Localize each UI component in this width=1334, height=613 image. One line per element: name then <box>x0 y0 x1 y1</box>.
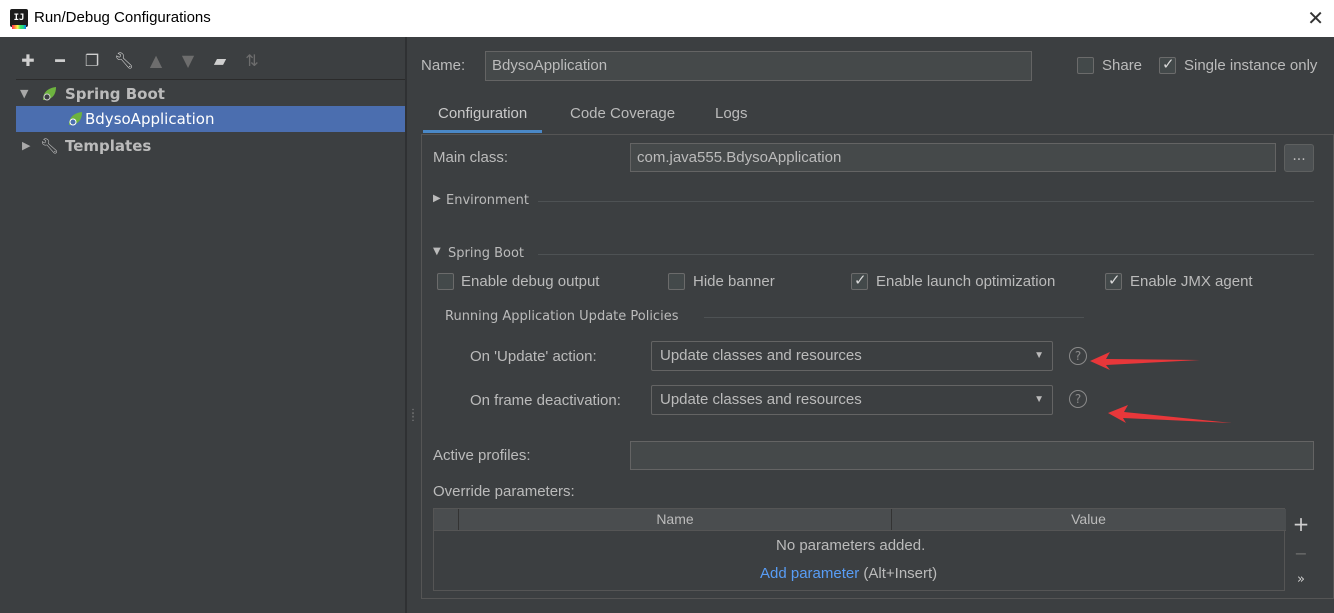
spring-boot-arrow-icon[interactable]: ▼ <box>433 246 441 257</box>
tree-group-templates[interactable]: ▶ 🔧︎ Templates <box>16 133 405 159</box>
enable-debug-output-checkbox[interactable] <box>437 273 454 290</box>
update-action-select[interactable]: Update classes and resources ▼ <box>651 341 1053 371</box>
wrench-icon: 🔧︎ <box>40 137 60 155</box>
frame-deactivation-label: On frame deactivation: <box>470 392 621 409</box>
hide-banner-checkbox[interactable] <box>668 273 685 290</box>
tab-code-coverage[interactable]: Code Coverage <box>555 99 690 133</box>
override-parameters-table: Name Value No parameters added. Add para… <box>433 508 1286 591</box>
environment-divider <box>538 201 1314 202</box>
main-class-field[interactable]: com.java555.BdysoApplication <box>630 143 1276 172</box>
enable-debug-output-label: Enable debug output <box>461 273 600 290</box>
wrench-icon[interactable]: 🔧︎ <box>108 51 140 71</box>
move-down-icon[interactable]: ▼ <box>172 51 204 71</box>
enable-launch-optimization-label: Enable launch optimization <box>876 273 1056 290</box>
chevron-down-icon: ▼ <box>1034 394 1044 405</box>
configurations-panel: ✚ ━ ❐ 🔧︎ ▲ ▼ ▰ ⇅ ▼ Spring Boot BdysoAppl… <box>0 37 405 613</box>
tree-templates-label: Templates <box>65 137 152 155</box>
column-name-header[interactable]: Name <box>458 509 891 530</box>
collapse-arrow-icon[interactable]: ▶ <box>22 133 30 159</box>
tab-configuration[interactable]: Configuration <box>423 99 543 133</box>
chevron-down-icon: ▼ <box>1034 350 1044 361</box>
update-policies-divider <box>704 317 1084 318</box>
add-parameter-hint: (Alt+Insert) <box>863 565 938 582</box>
single-instance-checkbox[interactable] <box>1159 55 1176 74</box>
add-parameter-link[interactable]: Add parameter <box>760 565 859 582</box>
new-folder-icon[interactable]: ▰ <box>204 51 236 71</box>
frame-deactivation-select[interactable]: Update classes and resources ▼ <box>651 385 1053 415</box>
spring-boot-app-icon <box>69 112 82 126</box>
config-toolbar: ✚ ━ ❐ 🔧︎ ▲ ▼ ▰ ⇅ <box>12 51 268 71</box>
close-icon[interactable]: ✕ <box>1307 6 1324 30</box>
hide-banner-label: Hide banner <box>693 273 775 290</box>
share-checkbox[interactable] <box>1077 57 1094 74</box>
intellij-icon: IJ <box>10 9 28 29</box>
empty-table-text: No parameters added. <box>776 537 926 554</box>
environment-section[interactable]: Environment <box>446 193 529 208</box>
name-label: Name: <box>421 57 466 74</box>
config-editor: Name: BdysoApplication Share Single inst… <box>407 37 1334 613</box>
update-action-value: Update classes and resources <box>660 347 862 364</box>
update-policies-heading: Running Application Update Policies <box>445 309 679 324</box>
enable-launch-optimization-checkbox[interactable] <box>851 271 868 290</box>
tree-item-label: BdysoApplication <box>85 110 215 128</box>
move-up-icon[interactable]: ▲ <box>140 51 172 71</box>
single-instance-label: Single instance only <box>1184 57 1318 74</box>
active-profiles-label: Active profiles: <box>433 447 531 464</box>
window-title: Run/Debug Configurations <box>34 9 211 26</box>
annotation-arrow-icon <box>1108 405 1232 423</box>
share-label: Share <box>1102 57 1143 74</box>
remove-row-icon[interactable]: − <box>1287 544 1315 563</box>
enable-jmx-agent-checkbox[interactable] <box>1105 271 1122 290</box>
annotation-arrow-icon <box>1090 352 1200 370</box>
enable-jmx-agent-label: Enable JMX agent <box>1130 273 1253 290</box>
column-value-header[interactable]: Value <box>891 509 1285 530</box>
add-icon[interactable]: ✚ <box>12 51 44 71</box>
environment-arrow-icon[interactable]: ▶ <box>433 193 441 204</box>
tab-logs[interactable]: Logs <box>700 99 763 133</box>
copy-icon[interactable]: ❐ <box>76 51 108 71</box>
override-parameters-label: Override parameters: <box>433 483 575 500</box>
active-profiles-field[interactable] <box>630 441 1314 470</box>
expand-arrow-icon[interactable]: ▼ <box>20 81 28 107</box>
browse-button[interactable]: ... <box>1284 144 1314 172</box>
frame-deactivation-value: Update classes and resources <box>660 391 862 408</box>
tree-group-spring-boot[interactable]: ▼ Spring Boot <box>16 81 405 107</box>
spring-boot-divider <box>538 254 1314 255</box>
more-actions-icon[interactable]: » <box>1287 572 1315 587</box>
name-field[interactable]: BdysoApplication <box>485 51 1032 81</box>
frame-deactivation-help-icon[interactable]: ? <box>1069 390 1087 408</box>
sort-icon[interactable]: ⇅ <box>236 51 268 71</box>
spring-boot-section[interactable]: Spring Boot <box>448 246 524 261</box>
remove-icon[interactable]: ━ <box>44 51 76 71</box>
main-class-label: Main class: <box>433 149 509 166</box>
add-row-icon[interactable]: + <box>1287 512 1315 536</box>
spring-boot-icon <box>43 87 56 101</box>
tree-group-label: Spring Boot <box>65 85 165 103</box>
title-bar: IJ Run/Debug Configurations ✕ <box>0 0 1334 37</box>
update-action-help-icon[interactable]: ? <box>1069 347 1087 365</box>
config-tree: ▼ Spring Boot BdysoApplication ▶ 🔧︎ Temp… <box>16 79 405 613</box>
tree-item-bdysoapplication[interactable]: BdysoApplication <box>16 106 405 132</box>
table-header: Name Value <box>434 509 1286 531</box>
update-action-label: On 'Update' action: <box>470 348 597 365</box>
